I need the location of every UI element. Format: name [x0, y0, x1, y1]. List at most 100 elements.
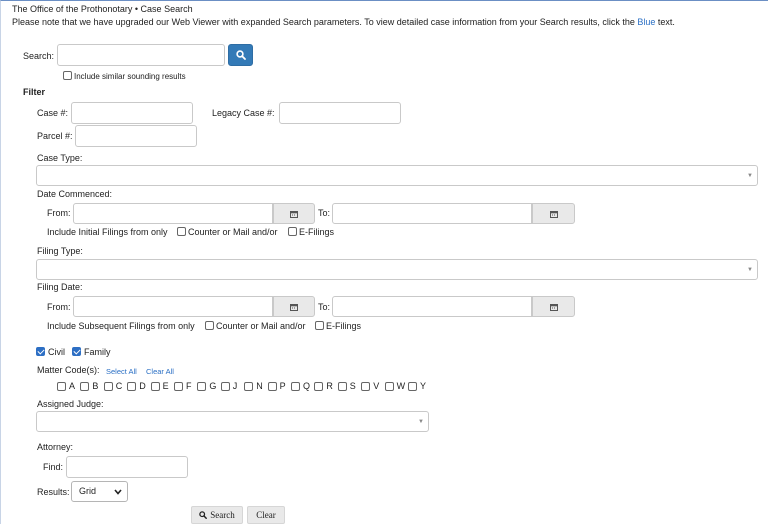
- chevron-down-icon: ▼: [747, 172, 753, 179]
- initial-efilings-label: E-Filings: [299, 227, 335, 237]
- matter-code-label: P: [279, 381, 286, 391]
- magnifier-icon: [235, 50, 246, 60]
- case-type-label: Case Type:: [37, 153, 83, 163]
- page-title: The Office of the Prothonotary • Case Se…: [12, 4, 193, 14]
- search-input[interactable]: [57, 44, 225, 66]
- matter-code-label: C: [115, 381, 123, 391]
- chevron-down-icon: ▼: [747, 266, 753, 273]
- subsequent-filings-label: Include Subsequent Filings from only: [47, 321, 195, 331]
- notice-text: Please note that we have upgraded our We…: [12, 17, 638, 27]
- commenced-from-label: From:: [47, 208, 71, 218]
- filing-date-label: Filing Date:: [37, 282, 83, 292]
- calendar-icon: [290, 210, 298, 218]
- matter-code-label: N: [256, 381, 263, 391]
- matter-code-checkbox[interactable]: [220, 382, 230, 391]
- civil-label: Civil: [48, 347, 65, 357]
- submit-search-button[interactable]: Search: [191, 506, 243, 524]
- similar-sounding-checkbox[interactable]: [63, 71, 72, 80]
- matter-code-checkbox[interactable]: [244, 382, 254, 391]
- matter-code-label: V: [373, 381, 380, 391]
- calendar-icon: [549, 210, 558, 218]
- matter-codes-label: Matter Code(s):: [37, 365, 100, 375]
- matter-code-checkbox[interactable]: [197, 382, 207, 391]
- matter-code-checkbox[interactable]: [291, 382, 300, 391]
- filter-heading: Filter: [23, 87, 46, 97]
- legacy-case-input[interactable]: [279, 102, 401, 124]
- civil-checkbox[interactable]: [36, 347, 45, 356]
- matter-code-checkbox[interactable]: [80, 382, 90, 391]
- calendar-icon: [290, 303, 298, 311]
- matter-code-label: F: [186, 381, 192, 391]
- attorney-find-label: Find:: [43, 462, 64, 472]
- clear-all-link[interactable]: Clear All: [146, 366, 174, 377]
- matter-code-label: G: [209, 381, 217, 391]
- select-all-link[interactable]: Select All: [106, 366, 137, 377]
- parcel-label: Parcel #:: [37, 131, 73, 141]
- similar-sounding-label: Include similar sounding results: [74, 72, 186, 81]
- initial-filings-label: Include Initial Filings from only: [47, 227, 168, 237]
- attorney-find-input[interactable]: [66, 456, 188, 478]
- family-checkbox[interactable]: [72, 347, 81, 356]
- filing-from-input[interactable]: [73, 296, 273, 317]
- upgrade-notice: Please note that we have upgraded our We…: [12, 17, 675, 28]
- magnifier-icon: [199, 511, 208, 519]
- attorney-label: Attorney:: [37, 442, 74, 452]
- case-number-input[interactable]: [71, 102, 193, 124]
- subsequent-efilings-checkbox[interactable]: [315, 321, 324, 330]
- matter-code-label: S: [349, 381, 356, 391]
- commenced-to-calendar-button[interactable]: [532, 203, 575, 224]
- assigned-judge-select[interactable]: ▼: [36, 411, 429, 432]
- matter-code-checkbox[interactable]: [150, 382, 160, 391]
- assigned-judge-label: Assigned Judge:: [37, 399, 104, 409]
- results-select[interactable]: Grid: [71, 481, 128, 502]
- calendar-icon: [549, 303, 558, 311]
- subsequent-counter-mail-label: Counter or Mail and/or: [216, 321, 306, 331]
- matter-code-label: W: [396, 381, 406, 391]
- subsequent-efilings-label: E-Filings: [326, 321, 362, 331]
- case-number-label: Case #:: [37, 108, 69, 118]
- matter-code-label: J: [232, 381, 238, 391]
- commenced-to-input[interactable]: [332, 203, 532, 224]
- initial-counter-mail-label: Counter or Mail and/or: [188, 227, 278, 237]
- filing-type-select[interactable]: ▼: [36, 259, 758, 280]
- matter-code-checkbox[interactable]: [384, 382, 394, 391]
- subsequent-counter-mail-checkbox[interactable]: [205, 321, 214, 330]
- submit-search-label: Search: [210, 510, 235, 520]
- search-icon-button[interactable]: [228, 44, 253, 66]
- matter-code-label: A: [69, 381, 76, 391]
- matter-code-label: R: [326, 381, 333, 391]
- notice-suffix: text.: [655, 17, 675, 27]
- initial-counter-mail-checkbox[interactable]: [177, 227, 186, 236]
- legacy-case-label: Legacy Case #:: [212, 108, 275, 118]
- matter-code-checkbox[interactable]: [408, 382, 417, 391]
- matter-code-checkbox[interactable]: [314, 382, 324, 391]
- initial-efilings-checkbox[interactable]: [288, 227, 297, 236]
- commenced-from-input[interactable]: [73, 203, 273, 224]
- parcel-input[interactable]: [75, 125, 197, 147]
- results-select-value: Grid: [79, 486, 97, 496]
- matter-code-checkbox[interactable]: [174, 382, 183, 391]
- clear-button[interactable]: Clear: [247, 506, 285, 524]
- matter-code-checkbox[interactable]: [361, 382, 371, 391]
- family-label: Family: [84, 347, 111, 357]
- search-label: Search:: [23, 51, 55, 61]
- filing-from-calendar-button[interactable]: [273, 296, 315, 317]
- matter-code-checkbox[interactable]: [267, 382, 277, 391]
- commenced-from-calendar-button[interactable]: [273, 203, 315, 224]
- filing-from-label: From:: [47, 302, 71, 312]
- matter-code-checkbox[interactable]: [337, 382, 347, 391]
- case-type-select[interactable]: ▼: [36, 165, 758, 186]
- notice-blue-link: Blue: [637, 17, 656, 27]
- chevron-down-icon: ▼: [418, 418, 424, 425]
- matter-code-checkbox[interactable]: [127, 382, 137, 391]
- filing-type-label: Filing Type:: [37, 246, 83, 256]
- clear-button-label: Clear: [256, 510, 276, 520]
- matter-code-checkbox[interactable]: [57, 382, 66, 391]
- filing-to-calendar-button[interactable]: [532, 296, 575, 317]
- filing-to-input[interactable]: [332, 296, 532, 317]
- matter-code-label: E: [162, 381, 169, 391]
- matter-code-checkbox[interactable]: [103, 382, 113, 391]
- matter-code-label: Q: [303, 381, 311, 391]
- matter-code-label: D: [139, 381, 146, 391]
- chevron-down-icon: [114, 489, 122, 495]
